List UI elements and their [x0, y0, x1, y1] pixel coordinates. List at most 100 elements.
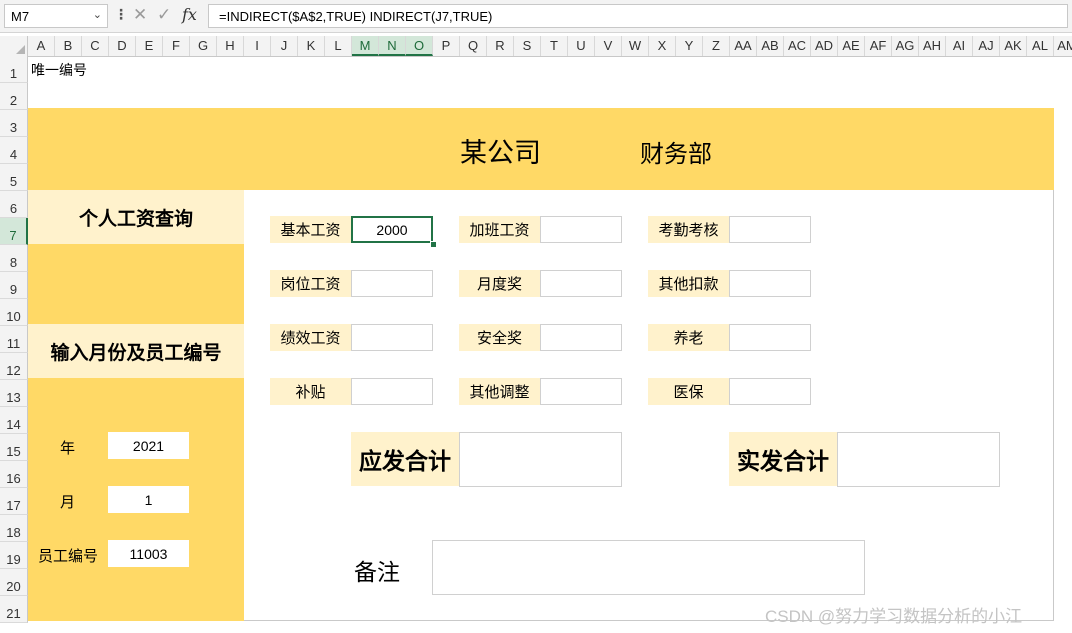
column-header-ad[interactable]: AD — [811, 36, 838, 56]
column-header-p[interactable]: P — [433, 36, 460, 56]
field-label-basic-salary: 基本工资 — [270, 216, 351, 243]
column-header-a[interactable]: A — [28, 36, 55, 56]
column-header-aa[interactable]: AA — [730, 36, 757, 56]
row-header-15[interactable]: 15 — [0, 434, 28, 461]
employee-id-input[interactable]: 11003 — [108, 540, 189, 567]
company-name: 某公司 — [460, 138, 541, 168]
column-header-b[interactable]: B — [55, 36, 82, 56]
chevron-down-icon[interactable]: ⌄ — [93, 8, 102, 21]
field-label-allowance: 补贴 — [270, 378, 351, 405]
column-header-i[interactable]: I — [244, 36, 271, 56]
select-all-button[interactable] — [0, 36, 28, 56]
column-header-f[interactable]: F — [163, 36, 190, 56]
column-header-m[interactable]: M — [352, 36, 379, 56]
field-label-pension: 养老 — [648, 324, 729, 351]
column-header-ak[interactable]: AK — [1000, 36, 1027, 56]
header-band — [28, 108, 1054, 190]
name-box[interactable]: M7 ⌄ — [4, 4, 108, 28]
column-header-am[interactable]: AM — [1054, 36, 1072, 56]
row-header-16[interactable]: 16 — [0, 461, 28, 488]
column-header-y[interactable]: Y — [676, 36, 703, 56]
row-header-17[interactable]: 17 — [0, 488, 28, 515]
row-header-13[interactable]: 13 — [0, 380, 28, 407]
column-header-q[interactable]: Q — [460, 36, 487, 56]
column-header-u[interactable]: U — [568, 36, 595, 56]
field-label-safety-bonus: 安全奖 — [459, 324, 540, 351]
column-header-v[interactable]: V — [595, 36, 622, 56]
net-total-value[interactable] — [837, 432, 1000, 487]
cancel-icon[interactable]: ✕ — [133, 5, 147, 25]
more-options-icon[interactable]: ⋮ — [114, 6, 128, 23]
department-name: 财务部 — [640, 141, 712, 168]
column-header: A B C D E F G H I J K L M N O P Q R S T U V W X Y Z AA AB AC AD AE AF AG… — [0, 36, 1072, 57]
field-value-pension[interactable] — [729, 324, 811, 351]
column-header-c[interactable]: C — [82, 36, 109, 56]
column-header-j[interactable]: J — [271, 36, 298, 56]
field-value-monthly-bonus[interactable] — [540, 270, 622, 297]
column-header-ai[interactable]: AI — [946, 36, 973, 56]
field-value-position-salary[interactable] — [351, 270, 433, 297]
cell-a1[interactable]: 唯一编号 — [31, 60, 87, 80]
row-header-14[interactable]: 14 — [0, 407, 28, 434]
year-input[interactable]: 2021 — [108, 432, 189, 459]
field-value-medical-insurance[interactable] — [729, 378, 811, 405]
field-value-safety-bonus[interactable] — [540, 324, 622, 351]
field-value-basic-salary[interactable]: 2000 — [351, 216, 433, 243]
column-header-al[interactable]: AL — [1027, 36, 1054, 56]
field-value-allowance[interactable] — [351, 378, 433, 405]
field-value-other-adjustment[interactable] — [540, 378, 622, 405]
column-header-w[interactable]: W — [622, 36, 649, 56]
column-header-aj[interactable]: AJ — [973, 36, 1000, 56]
row-header-2[interactable]: 2 — [0, 83, 28, 110]
field-value-performance-pay[interactable] — [351, 324, 433, 351]
row-header-4[interactable]: 4 — [0, 137, 28, 164]
row-header-18[interactable]: 18 — [0, 515, 28, 542]
column-header-k[interactable]: K — [298, 36, 325, 56]
row-header-1[interactable]: 1 — [0, 56, 28, 83]
insert-function-icon[interactable]: fx — [182, 5, 197, 24]
row-header-11[interactable]: 11 — [0, 326, 28, 353]
row-header-10[interactable]: 10 — [0, 299, 28, 326]
formula-input[interactable]: =INDIRECT($A$2,TRUE) INDIRECT(J7,TRUE) — [208, 4, 1068, 28]
column-header-ac[interactable]: AC — [784, 36, 811, 56]
gross-total-label: 应发合计 — [351, 432, 459, 486]
row-header-19[interactable]: 19 — [0, 542, 28, 569]
column-header-n[interactable]: N — [379, 36, 406, 56]
row-header-20[interactable]: 20 — [0, 569, 28, 596]
column-header-g[interactable]: G — [190, 36, 217, 56]
name-box-value: M7 — [11, 8, 30, 24]
row-header-21[interactable]: 21 — [0, 596, 28, 623]
column-header-e[interactable]: E — [136, 36, 163, 56]
column-header-af[interactable]: AF — [865, 36, 892, 56]
column-header-h[interactable]: H — [217, 36, 244, 56]
row-header-8[interactable]: 8 — [0, 245, 28, 272]
month-input[interactable]: 1 — [108, 486, 189, 513]
row-header-5[interactable]: 5 — [0, 164, 28, 191]
column-header-r[interactable]: R — [487, 36, 514, 56]
column-header-s[interactable]: S — [514, 36, 541, 56]
field-value-attendance[interactable] — [729, 216, 811, 243]
field-value-other-deductions[interactable] — [729, 270, 811, 297]
fill-handle[interactable] — [430, 241, 437, 248]
row-header-7[interactable]: 7 — [0, 218, 28, 245]
column-header-ah[interactable]: AH — [919, 36, 946, 56]
column-header-x[interactable]: X — [649, 36, 676, 56]
column-header-ag[interactable]: AG — [892, 36, 919, 56]
column-header-l[interactable]: L — [325, 36, 352, 56]
column-header-o[interactable]: O — [406, 36, 433, 56]
field-value-overtime-pay[interactable] — [540, 216, 622, 243]
row-header-3[interactable]: 3 — [0, 110, 28, 137]
enter-icon[interactable]: ✓ — [157, 5, 171, 25]
column-header-ab[interactable]: AB — [757, 36, 784, 56]
gross-total-value[interactable] — [459, 432, 622, 487]
net-total-label: 实发合计 — [729, 432, 837, 486]
column-header-t[interactable]: T — [541, 36, 568, 56]
row-header-12[interactable]: 12 — [0, 353, 28, 380]
column-header-ae[interactable]: AE — [838, 36, 865, 56]
employee-id-label: 员工编号 — [38, 548, 99, 565]
row-header-9[interactable]: 9 — [0, 272, 28, 299]
note-input[interactable] — [432, 540, 865, 595]
column-header-z[interactable]: Z — [703, 36, 730, 56]
row-header-6[interactable]: 6 — [0, 191, 28, 218]
column-header-d[interactable]: D — [109, 36, 136, 56]
